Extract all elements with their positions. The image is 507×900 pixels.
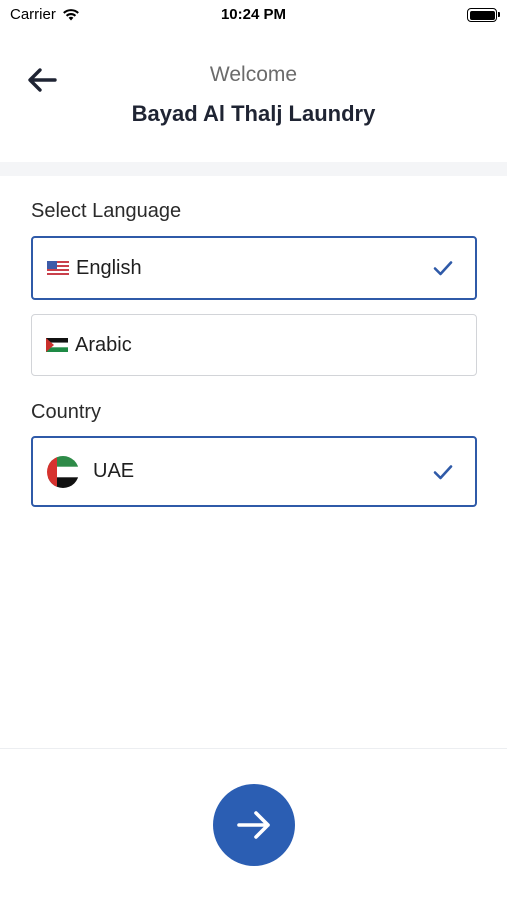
status-time: 10:24 PM <box>220 6 287 23</box>
status-bar: Carrier 10:24 PM <box>0 0 507 32</box>
header: Welcome Bayad Al Thalj Laundry <box>0 32 507 162</box>
footer-bar <box>0 748 507 900</box>
next-button[interactable] <box>213 784 295 866</box>
country-section-label: Country <box>31 401 102 423</box>
language-option-english[interactable]: English <box>31 236 477 300</box>
battery-icon <box>467 8 500 22</box>
header-divider <box>0 162 507 176</box>
checkmark-icon <box>433 261 453 276</box>
checkmark-icon <box>433 464 453 479</box>
page-title: Bayad Al Thalj Laundry <box>131 101 376 126</box>
us-flag-icon <box>47 261 69 275</box>
arrow-right-icon <box>237 811 270 839</box>
arabic-flag-icon <box>46 338 68 352</box>
uae-flag-icon <box>47 455 79 488</box>
language-section-label: Select Language <box>31 200 182 222</box>
language-option-arabic[interactable]: Arabic <box>31 314 477 376</box>
language-option-label: English <box>76 256 142 279</box>
welcome-subtitle: Welcome <box>209 63 298 86</box>
country-option-label: UAE <box>93 460 135 482</box>
language-option-label: Arabic <box>75 333 132 356</box>
country-option-uae[interactable]: UAE <box>31 436 477 507</box>
